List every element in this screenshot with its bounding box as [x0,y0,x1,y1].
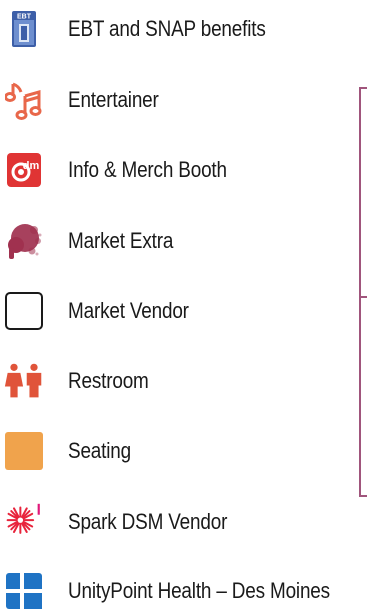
ebt-card-icon: EBT [4,9,44,49]
legend-label-entertainer: Entertainer [68,87,159,112]
spark-burst-icon [4,502,44,542]
legend-item-entertainer: Entertainer [0,75,350,125]
legend-item-info-booth: dm Info & Merch Booth [0,145,350,195]
legend-label-ebt: EBT and SNAP benefits [68,16,266,41]
svg-text:EBT: EBT [17,14,32,21]
legend-item-spark-vendor: Spark DSM Vendor [0,497,350,547]
paint-splat-icon [4,221,44,261]
seating-square-icon [4,431,44,471]
legend-label-market-vendor: Market Vendor [68,298,189,323]
legend-label-restroom: Restroom [68,368,149,393]
legend-label-spark-vendor: Spark DSM Vendor [68,509,228,534]
legend-label-seating: Seating [68,438,131,463]
legend-label-info-booth: Info & Merch Booth [68,157,227,182]
legend-item-restroom: Restroom [0,356,350,406]
unitypoint-cross-icon [4,571,44,611]
legend-item-seating: Seating [0,426,350,476]
legend-bracket [358,87,368,498]
music-notes-icon [4,80,44,120]
vendor-square-icon [4,291,44,331]
svg-text:dm: dm [23,160,40,172]
restroom-icon [4,361,44,401]
legend-label-unitypoint: UnityPoint Health – Des Moines [68,578,330,603]
legend-item-ebt: EBT EBT and SNAP benefits [0,4,350,54]
legend-label-market-extra: Market Extra [68,228,174,253]
info-booth-icon: dm [4,150,44,190]
legend-item-market-extra: Market Extra [0,216,350,266]
legend-item-market-vendor: Market Vendor [0,286,350,336]
